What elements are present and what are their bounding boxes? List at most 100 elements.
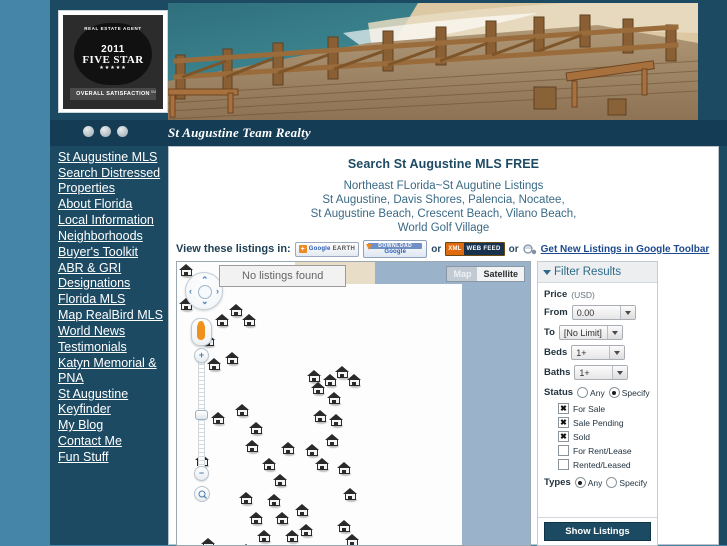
status-any-radio[interactable] bbox=[577, 387, 589, 398]
web-feed-button[interactable]: XML WEB FEED bbox=[445, 242, 505, 256]
listing-marker-icon[interactable] bbox=[343, 488, 358, 502]
sidebar-item-buyers-toolkit[interactable]: Buyer's Toolkit bbox=[58, 245, 168, 260]
listing-marker-icon[interactable] bbox=[249, 422, 264, 436]
pan-left-icon[interactable]: ‹ bbox=[189, 287, 192, 296]
listing-marker-icon[interactable] bbox=[273, 474, 288, 488]
get-new-listings-google-toolbar-link[interactable]: Get New Listings in Google Toolbar bbox=[541, 244, 710, 255]
listing-marker-icon[interactable] bbox=[267, 494, 282, 508]
sidebar-item-search-distressed-properties[interactable]: Search Distressed Properties bbox=[58, 166, 168, 196]
status-option-row[interactable]: Rented/Leased bbox=[558, 459, 651, 470]
sidebar-item-my-blog[interactable]: My Blog bbox=[58, 418, 168, 433]
sidebar-item-about-florida[interactable]: About Florida bbox=[58, 197, 168, 212]
show-listings-button[interactable]: Show Listings bbox=[544, 522, 651, 541]
status-checkbox[interactable]: ✖ bbox=[558, 403, 569, 414]
listing-marker-icon[interactable] bbox=[211, 412, 226, 426]
types-specify-radio[interactable] bbox=[606, 477, 618, 488]
listings-map[interactable]: No listings found Map Satellite ⌃ ⌄ ‹ › bbox=[176, 261, 531, 546]
listing-marker-icon[interactable] bbox=[249, 512, 264, 526]
map-type-satellite-button[interactable]: Satellite bbox=[477, 267, 524, 281]
pan-right-icon[interactable]: › bbox=[216, 287, 219, 296]
listing-marker-icon[interactable] bbox=[215, 314, 230, 328]
zoom-magnifier-icon[interactable] bbox=[194, 486, 210, 502]
zoom-out-button[interactable]: − bbox=[194, 466, 209, 481]
google-earth-view-button[interactable]: + Google EARTH bbox=[294, 241, 360, 257]
listing-marker-icon[interactable] bbox=[285, 530, 300, 544]
sidebar-item-contact-me[interactable]: Contact Me bbox=[58, 434, 168, 449]
listing-marker-icon[interactable] bbox=[347, 374, 362, 388]
listing-marker-icon[interactable] bbox=[242, 314, 257, 328]
baths-dropdown[interactable]: 1+ bbox=[574, 365, 629, 380]
listing-marker-icon[interactable] bbox=[327, 392, 342, 406]
listing-marker-icon[interactable] bbox=[337, 462, 352, 476]
status-checkbox[interactable]: ✖ bbox=[558, 417, 569, 428]
marker-door bbox=[318, 418, 322, 422]
listing-marker-icon[interactable] bbox=[313, 410, 328, 424]
listing-marker-icon[interactable] bbox=[305, 444, 320, 458]
sidebar-item-st-augustine-mls[interactable]: St Augustine MLS bbox=[58, 150, 168, 165]
marker-door bbox=[212, 366, 216, 370]
listing-marker-icon[interactable] bbox=[311, 382, 326, 396]
listing-marker-icon[interactable] bbox=[329, 414, 344, 428]
map-type-map-button[interactable]: Map bbox=[447, 267, 478, 281]
listing-marker-icon[interactable] bbox=[325, 434, 340, 448]
status-checkbox[interactable] bbox=[558, 445, 569, 456]
sidebar-item-local-information[interactable]: Local Information bbox=[58, 213, 168, 228]
listing-marker-icon[interactable] bbox=[239, 492, 254, 506]
listing-marker-icon[interactable] bbox=[299, 524, 314, 538]
status-specify-radio[interactable] bbox=[608, 387, 620, 398]
listing-marker-icon[interactable] bbox=[337, 520, 352, 534]
sidebar-item-neighborhoods[interactable]: Neighborhoods bbox=[58, 229, 168, 244]
status-checkbox-label: Rented/Leased bbox=[573, 459, 631, 470]
types-any-radio-option[interactable]: Any bbox=[574, 477, 602, 488]
beds-dropdown[interactable]: 1+ bbox=[571, 345, 626, 360]
listing-marker-icon[interactable] bbox=[315, 458, 330, 472]
status-option-row[interactable]: ✖ For Sale bbox=[558, 403, 651, 414]
listing-marker-icon[interactable] bbox=[262, 458, 277, 472]
sidebar-item-florida-mls[interactable]: Florida MLS bbox=[58, 292, 168, 307]
map-pan-control[interactable]: ⌃ ⌄ ‹ › bbox=[185, 272, 223, 310]
sidebar-item-testimonials[interactable]: Testimonials bbox=[58, 340, 168, 355]
sidebar-item-world-news[interactable]: World News bbox=[58, 324, 168, 339]
price-to-dropdown[interactable]: [No Limit] bbox=[558, 325, 623, 340]
google-earth-download-button[interactable]: DOWNLOAD Google bbox=[363, 240, 428, 258]
zoom-slider-thumb[interactable] bbox=[195, 410, 208, 420]
status-checkbox-label: Sale Pending bbox=[573, 417, 624, 428]
sidebar-item-st-augustine-keyfinder[interactable]: St Augustine Keyfinder bbox=[58, 387, 168, 417]
marker-door bbox=[330, 442, 334, 446]
zoom-in-button[interactable]: + bbox=[194, 348, 209, 363]
badge-bar-text: OVERALL SATISFACTION bbox=[70, 88, 156, 100]
sidebar-item-map-realbird-mls[interactable]: Map RealBird MLS bbox=[58, 308, 168, 323]
pan-down-icon[interactable]: ⌄ bbox=[201, 297, 209, 306]
price-to-label: To bbox=[544, 327, 555, 338]
listing-marker-icon[interactable] bbox=[281, 442, 296, 456]
map-type-switcher[interactable]: Map Satellite bbox=[446, 266, 525, 282]
chevron-down-icon[interactable] bbox=[543, 269, 551, 275]
map-zoom-slider[interactable]: + − bbox=[194, 348, 209, 481]
price-from-dropdown[interactable]: 0.00 bbox=[571, 305, 636, 320]
dropdown-arrow-icon bbox=[619, 306, 635, 319]
status-option-row[interactable]: ✖ Sold bbox=[558, 431, 651, 442]
pan-up-icon[interactable]: ⌃ bbox=[201, 276, 209, 285]
listing-marker-icon[interactable] bbox=[345, 534, 360, 545]
listing-marker-icon[interactable] bbox=[225, 352, 240, 366]
listing-marker-icon[interactable] bbox=[257, 530, 272, 544]
status-option-row[interactable]: For Rent/Lease bbox=[558, 445, 651, 456]
listing-marker-icon[interactable] bbox=[275, 512, 290, 526]
listing-marker-icon[interactable] bbox=[235, 404, 250, 418]
sidebar-item-katyn-memorial-pna[interactable]: Katyn Memorial & PNA bbox=[58, 356, 168, 386]
listing-marker-icon[interactable] bbox=[245, 440, 260, 454]
status-checkbox[interactable] bbox=[558, 459, 569, 470]
listing-marker-icon[interactable] bbox=[295, 504, 310, 518]
types-specify-radio-option[interactable]: Specify bbox=[606, 477, 647, 488]
status-checkbox[interactable]: ✖ bbox=[558, 431, 569, 442]
marker-door bbox=[350, 542, 354, 545]
street-view-pegman-icon[interactable] bbox=[191, 318, 212, 346]
filter-panel-header[interactable]: Filter Results bbox=[538, 262, 657, 283]
status-any-radio-option[interactable]: Any bbox=[577, 387, 605, 398]
status-specify-radio-option[interactable]: Specify bbox=[608, 387, 650, 398]
types-any-radio[interactable] bbox=[574, 477, 586, 488]
sidebar-item-abr-gri-designations[interactable]: ABR & GRI Designations bbox=[58, 261, 168, 291]
status-option-row[interactable]: ✖ Sale Pending bbox=[558, 417, 651, 428]
sidebar-item-fun-stuff[interactable]: Fun Stuff bbox=[58, 450, 168, 465]
listing-marker-icon[interactable] bbox=[207, 358, 222, 372]
